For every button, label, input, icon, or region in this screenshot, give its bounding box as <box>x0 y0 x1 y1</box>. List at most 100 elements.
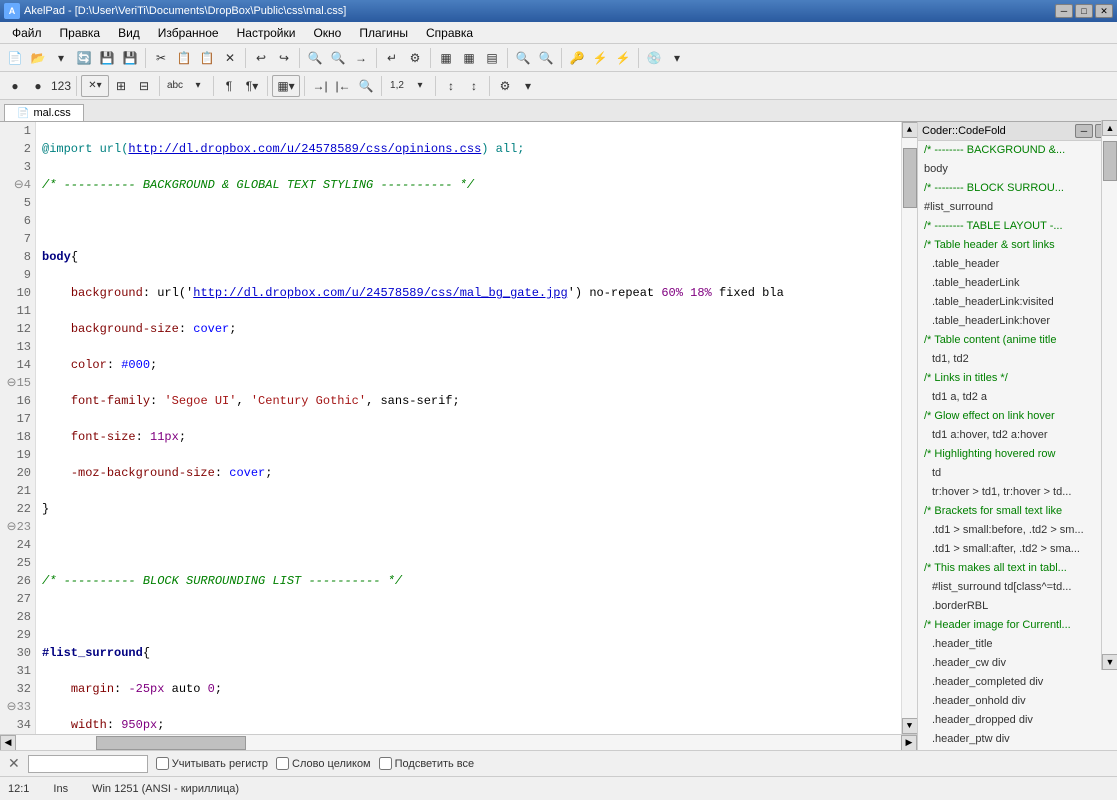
menu-settings[interactable]: Настройки <box>229 24 304 42</box>
panel-item[interactable]: tr:hover > td1, tr:hover > td... <box>918 483 1117 502</box>
tb-plugin2[interactable]: ⚡ <box>612 47 634 69</box>
close-button[interactable]: ✕ <box>1095 4 1113 18</box>
menu-window[interactable]: Окно <box>305 24 349 42</box>
tab-mal-css[interactable]: 📄 mal.css <box>4 104 84 121</box>
tb-revert[interactable]: 🔄 <box>73 47 95 69</box>
tb-cut[interactable]: ✂ <box>150 47 172 69</box>
menu-plugins[interactable]: Плагины <box>351 24 416 42</box>
tb2-abc2[interactable]: ▾ <box>187 75 209 97</box>
tb2-grid[interactable]: ▦▾ <box>272 75 300 97</box>
tb-open[interactable]: 📂 <box>27 47 49 69</box>
horizontal-scrollbar[interactable]: ◀ ▶ <box>0 734 917 750</box>
panel-scrollbar[interactable]: ▲ ▼ <box>1101 120 1117 670</box>
panel-scroll-thumb[interactable] <box>1103 141 1117 181</box>
panel-item-titles[interactable]: titles <box>918 749 1117 750</box>
panel-item[interactable]: .header_title <box>918 635 1117 654</box>
panel-item[interactable]: /* Brackets for small text like <box>918 502 1117 521</box>
tb-new[interactable]: 📄 <box>4 47 26 69</box>
tb-table[interactable]: ▦ <box>435 47 457 69</box>
panel-minimize[interactable]: ─ <box>1075 124 1093 138</box>
minimize-button[interactable]: ─ <box>1055 4 1073 18</box>
tb-disk[interactable]: 💿 <box>643 47 665 69</box>
tb-find[interactable]: 🔍 <box>304 47 326 69</box>
panel-item[interactable]: /* -------- BACKGROUND &... <box>918 141 1117 160</box>
panel-item[interactable]: .table_header <box>918 255 1117 274</box>
search-input[interactable] <box>28 755 148 773</box>
tb-plugin[interactable]: ⚡ <box>589 47 611 69</box>
tb2-move[interactable]: ↕ <box>440 75 462 97</box>
tb2-outdent[interactable]: |← <box>332 75 354 97</box>
panel-item[interactable]: .table_headerLink:hover <box>918 312 1117 331</box>
search-close-button[interactable]: ✕ <box>8 755 20 772</box>
whole-word-checkbox[interactable] <box>276 757 289 770</box>
tb-save-as[interactable]: 💾 <box>119 47 141 69</box>
tb2-settings2[interactable]: ▾ <box>517 75 539 97</box>
tb2-para2[interactable]: ¶▾ <box>241 75 263 97</box>
tb-open-arrow[interactable]: ▾ <box>50 47 72 69</box>
panel-item[interactable]: /* Table content (anime title <box>918 331 1117 350</box>
scroll-right-button[interactable]: ▶ <box>901 735 917 751</box>
scroll-left-button[interactable]: ◀ <box>0 735 16 751</box>
tb-zoom2[interactable]: 🔍 <box>535 47 557 69</box>
tb2-number2[interactable]: ▾ <box>409 75 431 97</box>
h-scroll-track[interactable] <box>16 735 901 751</box>
panel-item[interactable]: #list_surround <box>918 198 1117 217</box>
case-sensitive-checkbox[interactable] <box>156 757 169 770</box>
tb2-zoom-in[interactable]: 🔍 <box>355 75 377 97</box>
title-bar-controls[interactable]: ─ □ ✕ <box>1055 4 1113 18</box>
tb-zoom[interactable]: 🔍 <box>512 47 534 69</box>
tb2-number[interactable]: 1,2 <box>386 75 408 97</box>
tb2-indent[interactable]: →| <box>309 75 331 97</box>
panel-item[interactable]: .table_headerLink <box>918 274 1117 293</box>
tb-undo[interactable]: ↩ <box>250 47 272 69</box>
panel-item[interactable]: /* This makes all text in tabl... <box>918 559 1117 578</box>
tb-options[interactable]: ⚙ <box>404 47 426 69</box>
tb2-settings[interactable]: ⚙ <box>494 75 516 97</box>
panel-scroll-track[interactable] <box>1102 136 1117 654</box>
panel-item[interactable]: .table_headerLink:visited <box>918 293 1117 312</box>
scroll-thumb[interactable] <box>903 148 917 208</box>
tb2-fold[interactable]: ✕▾ <box>81 75 109 97</box>
panel-item[interactable]: /* Header image for Currentl... <box>918 616 1117 635</box>
panel-scroll-down[interactable]: ▼ <box>1102 654 1117 670</box>
tb-redo[interactable]: ↪ <box>273 47 295 69</box>
tb-col[interactable]: ▤ <box>481 47 503 69</box>
tb2-macro2[interactable]: ● <box>27 75 49 97</box>
scroll-track[interactable] <box>902 138 918 718</box>
panel-item[interactable]: /* Table header & sort links <box>918 236 1117 255</box>
restore-button[interactable]: □ <box>1075 4 1093 18</box>
panel-item[interactable]: /* Links in titles */ <box>918 369 1117 388</box>
tb-goto[interactable]: → <box>350 47 372 69</box>
panel-item[interactable]: .header_ptw div <box>918 730 1117 749</box>
panel-item[interactable]: /* Glow effect on link hover <box>918 407 1117 426</box>
panel-item[interactable]: /* -------- TABLE LAYOUT -... <box>918 217 1117 236</box>
panel-item[interactable]: .borderRBL <box>918 597 1117 616</box>
tb2-para[interactable]: ¶ <box>218 75 240 97</box>
panel-content[interactable]: /* -------- BACKGROUND &... body /* ----… <box>918 141 1117 750</box>
panel-item[interactable]: body <box>918 160 1117 179</box>
panel-item[interactable]: td1, td2 <box>918 350 1117 369</box>
tb2-fold2[interactable]: ⊞ <box>110 75 132 97</box>
tb2-move2[interactable]: ↕ <box>463 75 485 97</box>
tb-save[interactable]: 💾 <box>96 47 118 69</box>
tb-key[interactable]: 🔑 <box>566 47 588 69</box>
h-scroll-thumb[interactable] <box>96 736 246 750</box>
tb-paste[interactable]: 📋 <box>196 47 218 69</box>
highlight-all-checkbox[interactable] <box>379 757 392 770</box>
menu-help[interactable]: Справка <box>418 24 481 42</box>
panel-item[interactable]: .header_dropped div <box>918 711 1117 730</box>
tb-replace[interactable]: 🔍 <box>327 47 349 69</box>
tb-copy[interactable]: 📋 <box>173 47 195 69</box>
panel-item[interactable]: .header_cw div <box>918 654 1117 673</box>
panel-item[interactable]: td <box>918 464 1117 483</box>
menu-file[interactable]: Файл <box>4 24 50 42</box>
panel-item[interactable]: .td1 > small:after, .td2 > sma... <box>918 540 1117 559</box>
menu-favorites[interactable]: Избранное <box>150 24 227 42</box>
panel-item[interactable]: /* Highlighting hovered row <box>918 445 1117 464</box>
panel-item[interactable]: .header_onhold div <box>918 692 1117 711</box>
panel-scroll-up[interactable]: ▲ <box>1102 120 1117 136</box>
tb-wordwrap[interactable]: ↵ <box>381 47 403 69</box>
panel-item[interactable]: .td1 > small:before, .td2 > sm... <box>918 521 1117 540</box>
panel-item[interactable]: /* -------- BLOCK SURROU... <box>918 179 1117 198</box>
scroll-down-button[interactable]: ▼ <box>902 718 918 734</box>
